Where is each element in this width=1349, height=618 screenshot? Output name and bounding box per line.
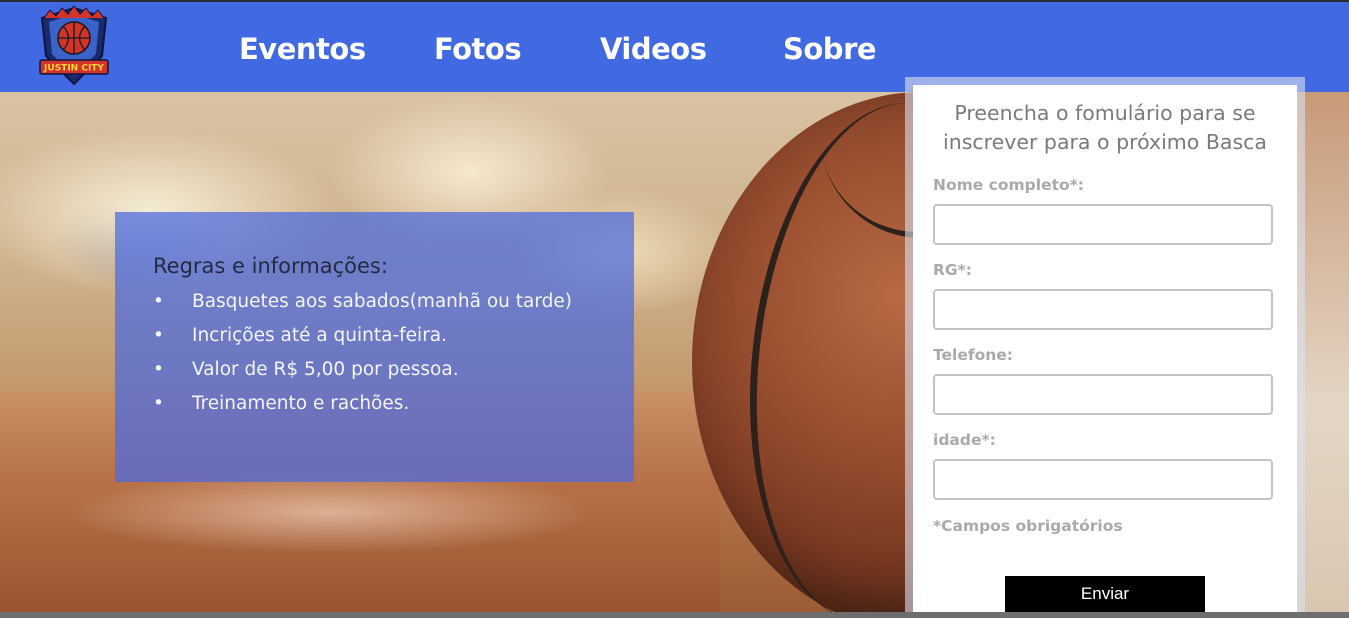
full-name-input[interactable] — [933, 204, 1273, 245]
list-item: • Incrições até a quinta-feira. — [153, 322, 572, 356]
form-title: Preencha o fomulário para se inscrever p… — [913, 99, 1297, 157]
list-item: • Basquetes aos sabados(manhã ou tarde) — [153, 288, 572, 322]
rule-text: Treinamento e rachões. — [192, 393, 410, 414]
nav-fotos[interactable]: Fotos — [434, 32, 522, 66]
rule-text: Incrições até a quinta-feira. — [192, 325, 448, 346]
nav-videos[interactable]: Videos — [600, 32, 707, 66]
age-input[interactable] — [933, 459, 1273, 500]
form-title-line: inscrever para o próximo Basca — [943, 130, 1267, 154]
full-name-label: Nome completo*: — [933, 176, 1084, 194]
form-title-line: Preencha o fomulário para se — [954, 101, 1256, 125]
rules-list: • Basquetes aos sabados(manhã ou tarde) •… — [153, 288, 572, 424]
justin-city-logo[interactable]: JUSTIN CITY — [36, 4, 112, 88]
rule-text: Valor de R$ 5,00 por pessoa. — [192, 359, 459, 380]
rule-text: Basquetes aos sabados(manhã ou tarde) — [192, 291, 572, 312]
phone-label: Telefone: — [933, 346, 1013, 364]
age-label: idade*: — [933, 431, 996, 449]
nav-sobre[interactable]: Sobre — [783, 32, 877, 66]
required-fields-note: *Campos obrigatórios — [933, 517, 1123, 535]
bullet-icon: • — [153, 291, 164, 312]
bullet-icon: • — [153, 325, 164, 346]
rules-panel: Regras e informações: • Basquetes aos sab… — [115, 212, 634, 482]
list-item: • Valor de R$ 5,00 por pessoa. — [153, 356, 572, 390]
signup-form: Preencha o fomulário para se inscrever p… — [913, 85, 1297, 618]
bottom-strip — [0, 612, 1349, 618]
rg-label: RG*: — [933, 261, 972, 279]
bullet-icon: • — [153, 359, 164, 380]
list-item: • Treinamento e rachões. — [153, 390, 572, 424]
phone-input[interactable] — [933, 374, 1273, 415]
logo-text: JUSTIN CITY — [43, 64, 104, 74]
submit-button[interactable]: Enviar — [1005, 576, 1205, 612]
bullet-icon: • — [153, 393, 164, 414]
nav-eventos[interactable]: Eventos — [239, 32, 366, 66]
rg-input[interactable] — [933, 289, 1273, 330]
rules-title: Regras e informações: — [153, 254, 388, 278]
